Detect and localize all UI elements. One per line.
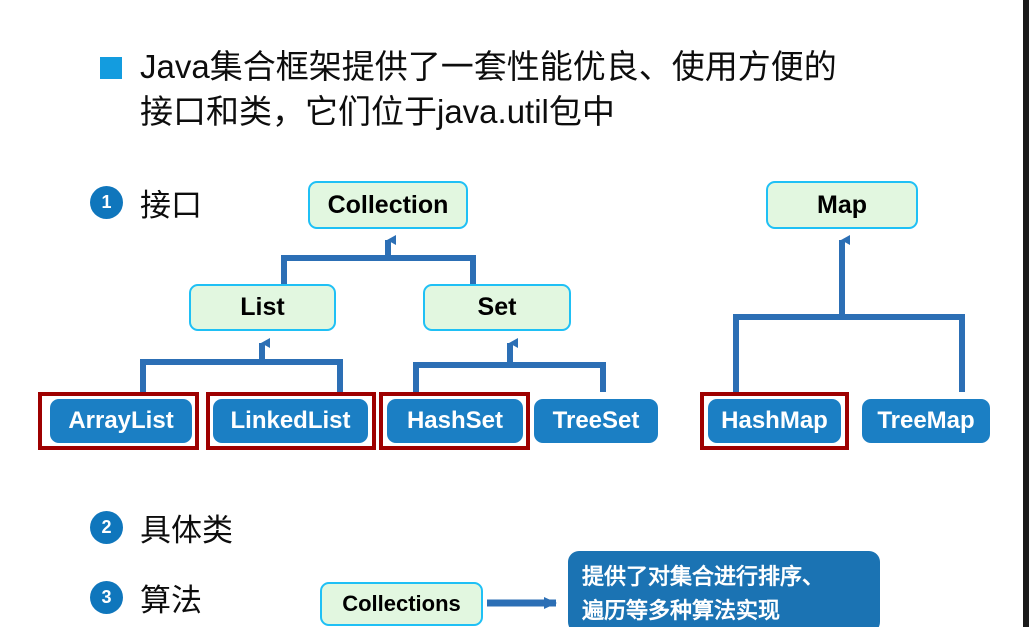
numbered-item-3: 3 算法 [90,575,202,620]
numbered-item-3-label: 算法 [140,583,202,618]
class-box-collections[interactable]: Collections [320,582,483,626]
heading-text: Java集合框架提供了一套性能优良、使用方便的 接口和类，它们位于java.ut… [140,48,837,130]
highlight-rect-hashset [379,392,530,450]
algorithm-callout: 提供了对集合进行排序、 遍历等多种算法实现 [568,551,880,627]
highlight-rect-linkedlist [206,392,376,450]
heading-bullet-row: Java集合框架提供了一套性能优良、使用方便的 接口和类，它们位于java.ut… [100,44,930,134]
interface-box-list[interactable]: List [189,284,336,331]
class-box-treeset[interactable]: TreeSet [534,399,658,443]
numbered-item-1-label: 接口 [140,188,202,223]
square-bullet-icon [100,57,122,79]
interface-box-map[interactable]: Map [766,181,918,229]
interface-box-collection[interactable]: Collection [308,181,468,229]
highlight-rect-arraylist [38,392,199,450]
number-badge-2: 2 [90,511,123,544]
class-box-treemap[interactable]: TreeMap [862,399,990,443]
numbered-item-2: 2 具体类 [90,505,233,550]
numbered-item-2-label: 具体类 [140,513,233,548]
numbered-item-1: 1 接口 [90,180,202,225]
number-badge-3: 3 [90,581,123,614]
slide-canvas: Java集合框架提供了一套性能优良、使用方便的 接口和类，它们位于java.ut… [0,0,1029,627]
interface-box-set[interactable]: Set [423,284,571,331]
slide-right-border [1023,0,1029,627]
number-badge-1: 1 [90,186,123,219]
highlight-rect-hashmap [700,392,849,450]
